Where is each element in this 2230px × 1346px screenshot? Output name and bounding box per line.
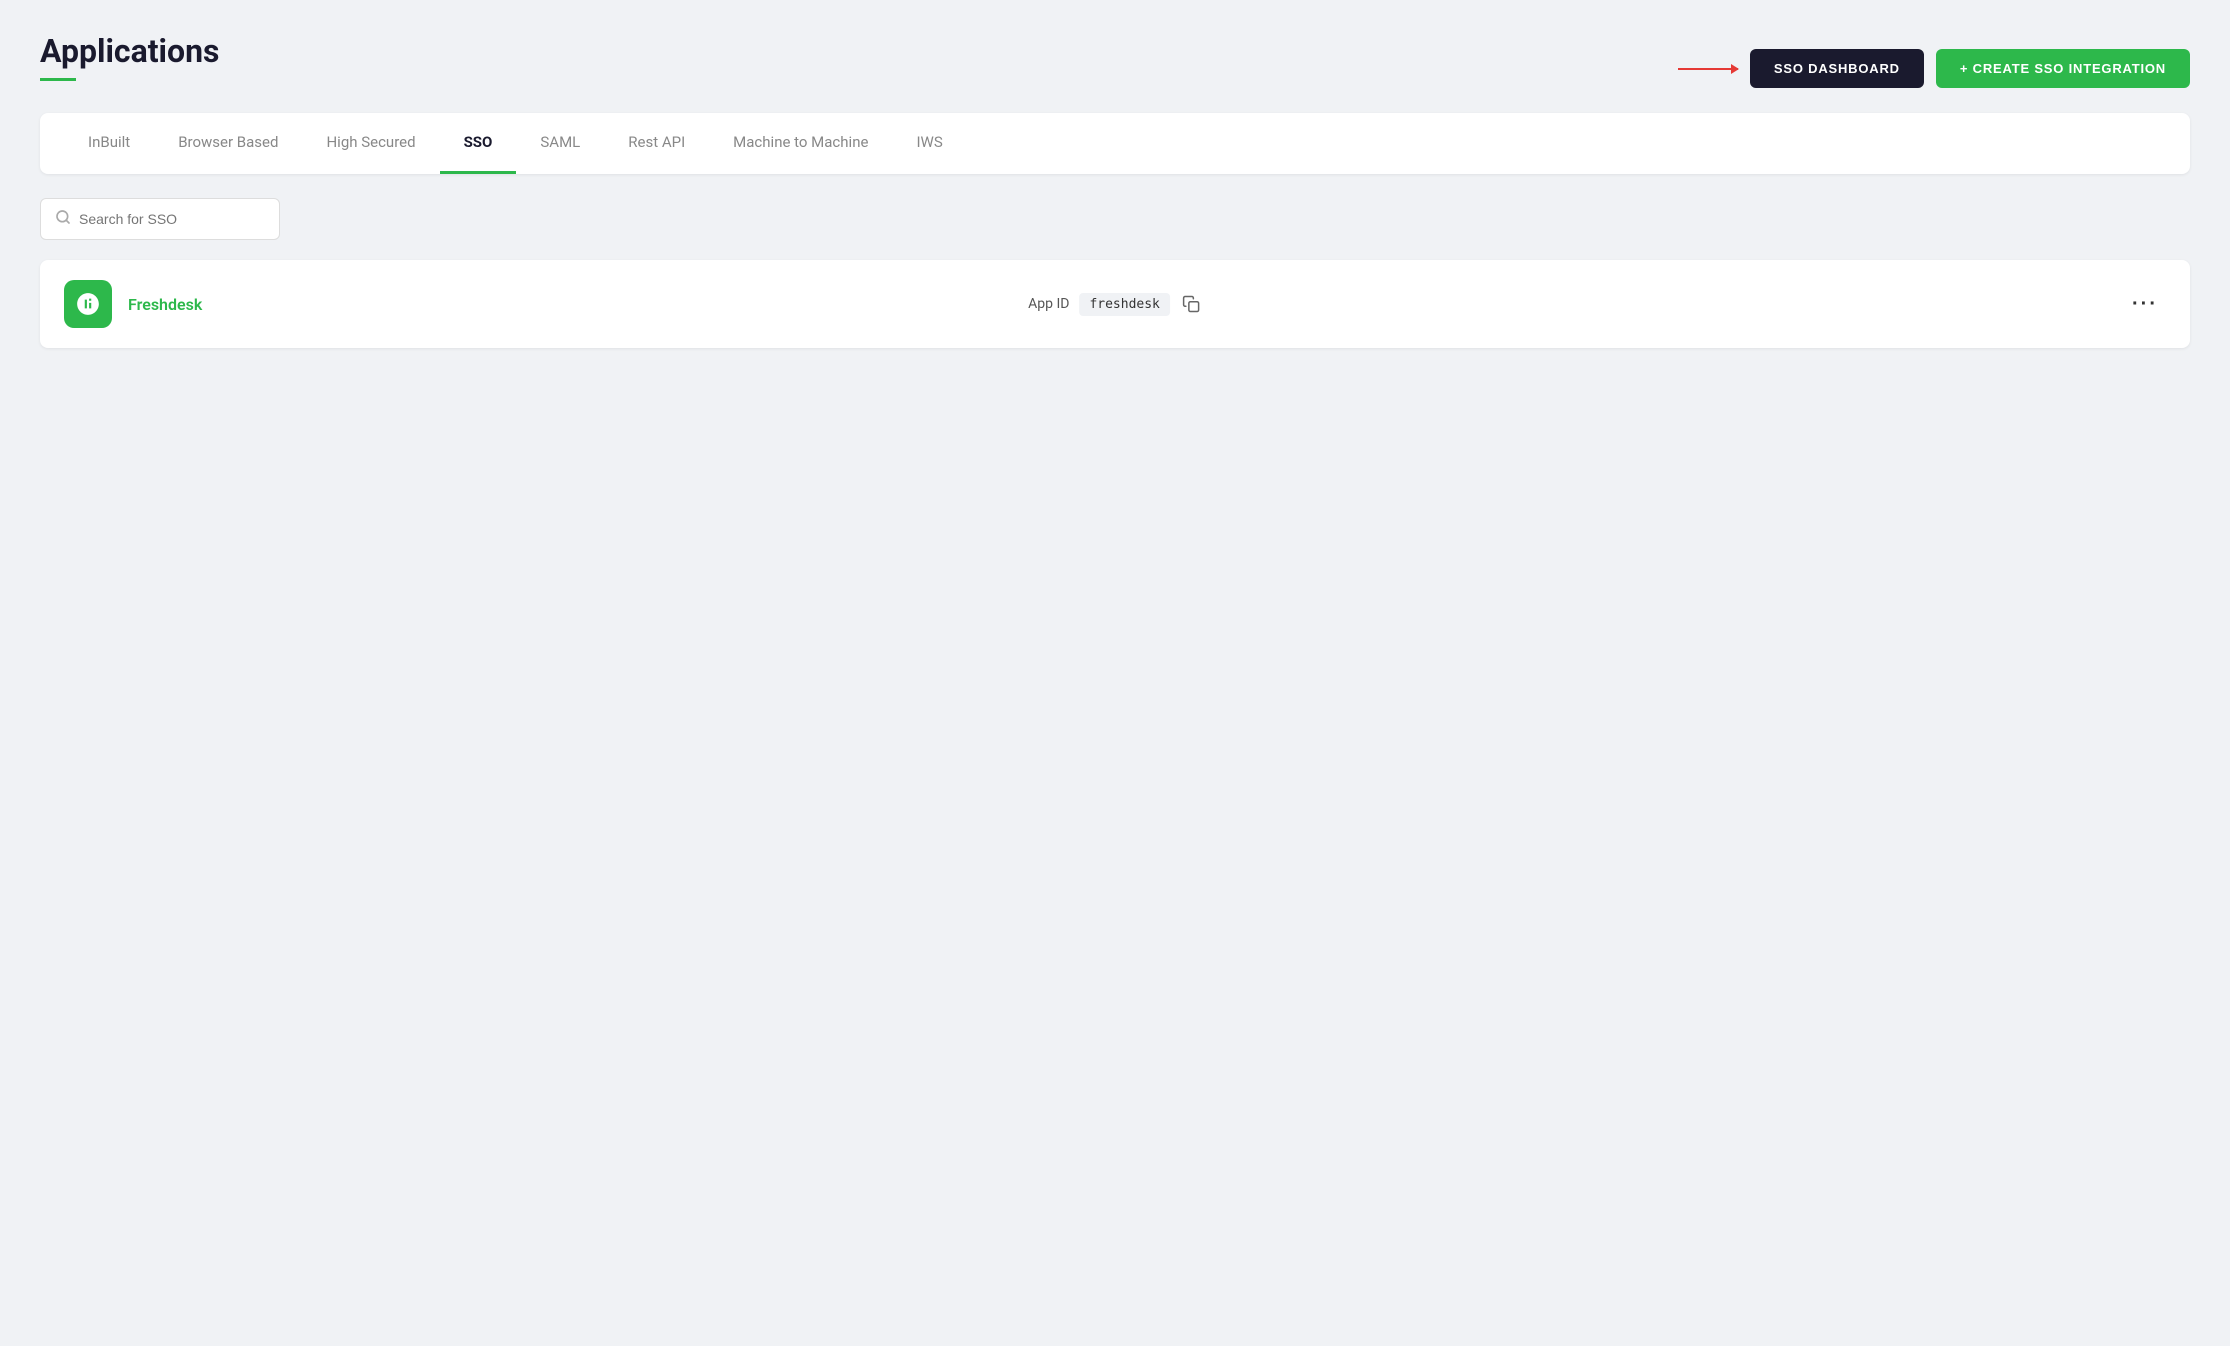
arrow-indicator bbox=[1678, 68, 1738, 70]
tab-rest-api[interactable]: Rest API bbox=[604, 113, 709, 174]
create-sso-button[interactable]: + CREATE SSO INTEGRATION bbox=[1936, 49, 2190, 88]
app-id-value: freshdesk bbox=[1079, 293, 1169, 316]
tab-iws[interactable]: IWS bbox=[892, 113, 966, 174]
more-options-button[interactable]: ··· bbox=[2124, 289, 2166, 320]
app-id-label: App ID bbox=[1028, 296, 1069, 312]
app-id-section: App ID freshdesk bbox=[1028, 293, 1202, 316]
tab-machine-to-machine[interactable]: Machine to Machine bbox=[709, 113, 892, 174]
app-list: Freshdesk App ID freshdesk ··· bbox=[40, 260, 2190, 348]
search-wrapper bbox=[40, 198, 280, 240]
search-input[interactable] bbox=[79, 211, 265, 227]
tab-inbuilt[interactable]: InBuilt bbox=[64, 113, 154, 174]
title-underline bbox=[40, 78, 76, 81]
tab-browser-based[interactable]: Browser Based bbox=[154, 113, 302, 174]
search-section bbox=[40, 198, 2190, 240]
more-actions: ··· bbox=[2124, 289, 2166, 320]
page-title: Applications bbox=[40, 32, 219, 70]
sso-dashboard-button[interactable]: SSO DASHBOARD bbox=[1750, 49, 1924, 88]
search-icon bbox=[55, 209, 71, 229]
tabs: InBuilt Browser Based High Secured SSO S… bbox=[64, 113, 2166, 174]
tab-high-secured[interactable]: High Secured bbox=[302, 113, 439, 174]
copy-app-id-button[interactable] bbox=[1180, 293, 1202, 315]
tab-saml[interactable]: SAML bbox=[516, 113, 604, 174]
tabs-container: InBuilt Browser Based High Secured SSO S… bbox=[40, 113, 2190, 174]
table-row: Freshdesk App ID freshdesk ··· bbox=[40, 260, 2190, 348]
app-left: Freshdesk bbox=[64, 280, 202, 328]
app-icon-freshdesk bbox=[64, 280, 112, 328]
app-name[interactable]: Freshdesk bbox=[128, 295, 202, 314]
tab-sso[interactable]: SSO bbox=[440, 113, 517, 174]
